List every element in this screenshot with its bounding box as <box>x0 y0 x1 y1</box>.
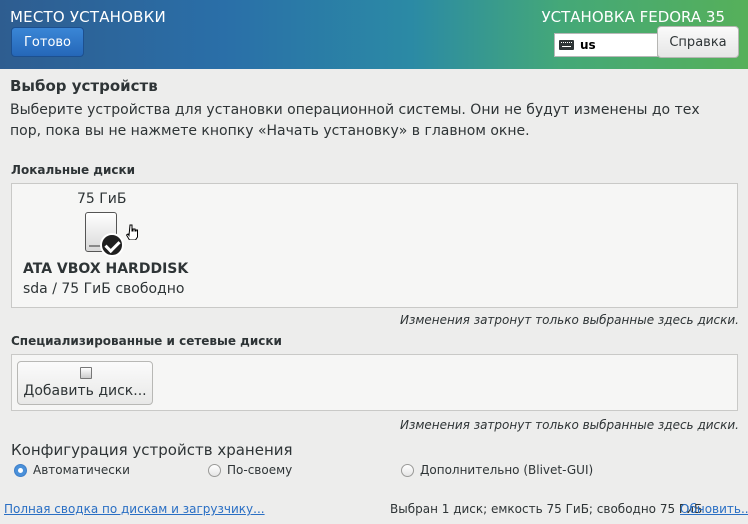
spoke-title: МЕСТО УСТАНОВКИ <box>10 8 166 26</box>
keyboard-icon <box>559 40 574 50</box>
selected-check-icon <box>100 233 124 257</box>
product-title: УСТАНОВКА FEDORA 35 <box>541 8 726 26</box>
storage-option-advanced[interactable]: Дополнительно (Blivet-GUI) <box>401 463 593 477</box>
disk-model-name: ATA VBOX HARDDISK <box>23 261 189 277</box>
header-bar: МЕСТО УСТАНОВКИ УСТАНОВКА FEDORA 35 Гото… <box>0 0 748 69</box>
help-button[interactable]: Справка <box>657 26 739 58</box>
storage-option-automatic[interactable]: Автоматически <box>14 463 130 477</box>
add-disk-label: Добавить диск... <box>23 383 147 399</box>
radio-custom[interactable] <box>208 463 221 477</box>
keyboard-layout-label: us <box>580 38 596 52</box>
local-disks-label: Локальные диски <box>11 163 136 177</box>
specialized-disks-note: Изменения затронут только выбранные здес… <box>400 418 739 432</box>
radio-automatic[interactable] <box>14 463 27 477</box>
hand-cursor-icon <box>126 224 138 240</box>
disk-selection-status: Выбран 1 диск; емкость 75 ГиБ; свободно … <box>390 502 703 516</box>
keyboard-layout-indicator[interactable]: us <box>554 33 658 57</box>
refresh-link[interactable]: Обновить... <box>680 502 748 516</box>
disk-size: 75 ГиБ <box>77 191 127 207</box>
add-disk-icon <box>80 367 92 379</box>
storage-option-custom[interactable]: По-своему <box>208 463 292 477</box>
done-button[interactable]: Готово <box>11 27 84 57</box>
specialized-disks-label: Специализированные и сетевые диски <box>11 334 282 348</box>
full-disk-summary-link[interactable]: Полная сводка по дискам и загрузчику... <box>4 502 265 516</box>
device-selection-title: Выбор устройств <box>10 77 158 95</box>
radio-automatic-label: Автоматически <box>33 463 130 477</box>
local-disks-note: Изменения затронут только выбранные здес… <box>400 313 739 327</box>
storage-config-title: Конфигурация устройств хранения <box>11 441 293 459</box>
add-disk-button[interactable]: Добавить диск... <box>17 361 153 405</box>
device-selection-description: Выберите устройства для установки операц… <box>10 102 700 139</box>
disk-free-space: sda / 75 ГиБ свободно <box>23 281 185 297</box>
radio-custom-label: По-своему <box>227 463 293 477</box>
radio-advanced[interactable] <box>401 463 414 477</box>
radio-advanced-label: Дополнительно (Blivet-GUI) <box>420 463 594 477</box>
